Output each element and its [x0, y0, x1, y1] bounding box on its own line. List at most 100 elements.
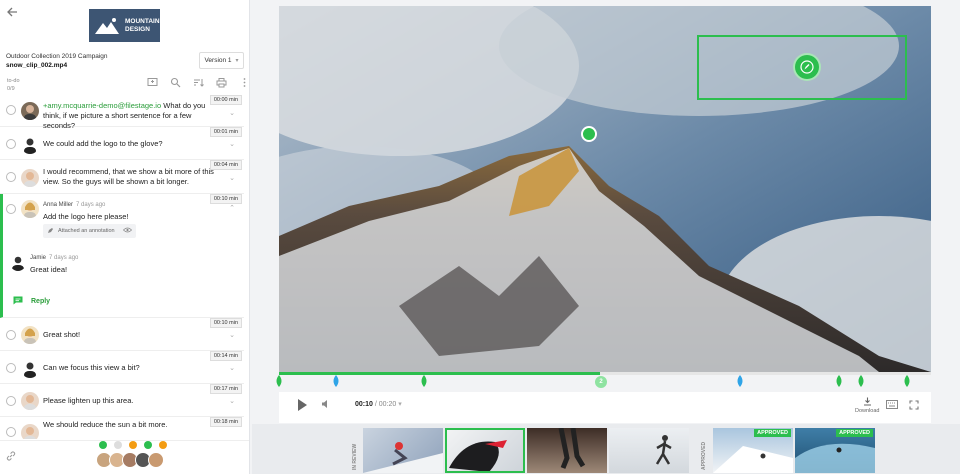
annotation-chip[interactable]: Attached an annotation	[43, 224, 136, 238]
chevron-down-icon[interactable]: ⌄	[229, 140, 235, 148]
chevron-down-icon[interactable]: ⌄	[229, 331, 235, 339]
glove-thumbnail-icon	[449, 440, 507, 472]
comment-marker[interactable]	[419, 375, 429, 387]
skier-thumbnail-icon	[363, 442, 443, 473]
resolve-checkbox[interactable]	[6, 172, 16, 182]
in-review-label: IN REVIEW	[352, 443, 358, 470]
chevron-down-icon[interactable]: ▾	[398, 401, 402, 408]
comments-panel: MOUNTAIN DESIGN Outdoor Collection 2019 …	[0, 0, 250, 474]
thumbnail[interactable]	[527, 428, 607, 473]
avatar	[10, 255, 26, 271]
logo-line-1: MOUNTAIN	[125, 17, 160, 25]
chevron-down-icon[interactable]: ⌄	[229, 109, 235, 117]
chevron-down-icon[interactable]: ⌄	[229, 364, 235, 372]
comment-row[interactable]: 00:00 min +amy.mcquarrie-demo@filestage.…	[0, 95, 244, 130]
current-time: 00:10	[355, 401, 373, 408]
sort-icon[interactable]	[193, 77, 204, 88]
timestamp-badge[interactable]: 00:14 min	[209, 351, 242, 361]
comment-row[interactable]: 00:17 min Please lighten up this area. ⌄	[0, 384, 244, 417]
comment-age: 7 days ago	[76, 202, 106, 208]
resolve-checkbox[interactable]	[6, 427, 16, 437]
comment-text: I would recommend, that we show a bit mo…	[43, 167, 214, 186]
volume-icon[interactable]	[321, 399, 331, 409]
timestamp-badge[interactable]: 00:10 min	[209, 318, 242, 328]
download-button[interactable]: Download	[855, 397, 879, 414]
annotation-pen-icon[interactable]	[793, 53, 821, 81]
thumbnail-approved[interactable]: APPROVED	[795, 428, 875, 473]
mention-link[interactable]: +amy.mcquarrie-demo@filestage.io	[43, 101, 161, 110]
comment-thread-expanded: 00:10 min Anna Miller 7 days ago Add the …	[0, 194, 244, 318]
comment-row[interactable]: 00:18 min We should reduce the sun a bit…	[0, 417, 244, 439]
reply-button[interactable]: Reply	[13, 296, 50, 307]
resolve-checkbox[interactable]	[6, 396, 16, 406]
add-comment-icon[interactable]	[147, 77, 158, 88]
version-label: Version 1	[204, 57, 232, 64]
todo-counter: to-do 0/9	[7, 77, 20, 93]
comment-marker[interactable]	[856, 375, 866, 387]
eye-icon[interactable]	[122, 227, 132, 235]
runner-legs-thumbnail-icon	[558, 428, 586, 469]
search-icon[interactable]	[170, 77, 181, 88]
todo-count: 0/9	[7, 86, 15, 92]
comment-marker[interactable]	[902, 375, 912, 387]
link-icon[interactable]	[6, 451, 16, 463]
comment-marker[interactable]	[834, 375, 844, 387]
duration: / 00:20	[374, 401, 397, 408]
thumbnail-selected[interactable]	[445, 428, 525, 473]
comment-marker[interactable]	[274, 375, 284, 387]
reply-body: Great idea!	[30, 265, 68, 274]
comment-marker[interactable]	[735, 375, 745, 387]
avatar	[21, 136, 39, 154]
resolve-checkbox[interactable]	[6, 139, 16, 149]
status-dot	[144, 441, 152, 449]
comment-text: Great shot!	[43, 330, 81, 339]
comment-text: Please lighten up this area.	[43, 396, 134, 405]
chevron-up-icon[interactable]: ⌃	[229, 204, 235, 212]
comment-row[interactable]: 00:10 min Great shot! ⌄	[0, 318, 244, 351]
comment-markers: 2	[276, 375, 931, 391]
status-dot	[129, 441, 137, 449]
version-select[interactable]: Version 1 ▾	[199, 52, 244, 69]
print-icon[interactable]	[216, 77, 227, 88]
comment-row[interactable]: 00:14 min Can we focus this view a bit? …	[0, 351, 244, 384]
comment-text: Can we focus this view a bit?	[43, 363, 140, 372]
thumbnail-approved[interactable]: APPROVED	[713, 428, 793, 473]
app: MOUNTAIN DESIGN Outdoor Collection 2019 …	[0, 0, 960, 474]
comment-marker[interactable]	[331, 375, 341, 387]
mountain-logo-icon	[95, 17, 119, 34]
chevron-down-icon[interactable]: ⌄	[229, 174, 235, 182]
reviewer-status-dots	[99, 441, 167, 449]
annotation-pin[interactable]	[581, 126, 597, 142]
comment-row[interactable]: 00:04 min I would recommend, that we sho…	[0, 160, 244, 194]
more-vertical-icon[interactable]	[239, 77, 249, 88]
current-marker[interactable]: 2	[595, 376, 607, 388]
comment-text: We could add the logo to the glove?	[43, 139, 163, 148]
chevron-down-icon[interactable]: ⌄	[229, 397, 235, 405]
resolve-checkbox[interactable]	[6, 105, 16, 115]
status-dot	[114, 441, 122, 449]
timestamp-badge[interactable]: 00:17 min	[209, 384, 242, 394]
comment-age: 7 days ago	[49, 255, 79, 261]
resolve-checkbox[interactable]	[6, 204, 16, 214]
timestamp-badge[interactable]: 00:01 min	[209, 127, 242, 137]
thumbnail[interactable]	[363, 428, 443, 473]
back-arrow-icon[interactable]	[6, 6, 20, 20]
resolve-checkbox[interactable]	[6, 363, 16, 373]
logo-text: MOUNTAIN DESIGN	[125, 18, 160, 34]
avatar	[21, 102, 39, 120]
chevron-down-icon: ▾	[235, 58, 239, 64]
reviewer-avatars[interactable]	[96, 452, 164, 468]
avatar	[21, 326, 39, 344]
pencil-icon	[47, 227, 54, 236]
reply-author: Jamie 7 days ago	[30, 253, 216, 263]
fullscreen-icon[interactable]	[909, 400, 919, 410]
resolve-checkbox[interactable]	[6, 330, 16, 340]
thumbnail[interactable]	[609, 428, 689, 473]
download-icon	[863, 397, 871, 406]
keyboard-icon[interactable]	[886, 400, 898, 409]
comment-row[interactable]: 00:01 min We could add the logo to the g…	[0, 127, 244, 160]
approved-badge: APPROVED	[754, 429, 791, 437]
avatar	[21, 360, 39, 378]
project-name: Outdoor Collection 2019 Campaign	[6, 53, 108, 60]
play-icon[interactable]	[295, 398, 309, 412]
